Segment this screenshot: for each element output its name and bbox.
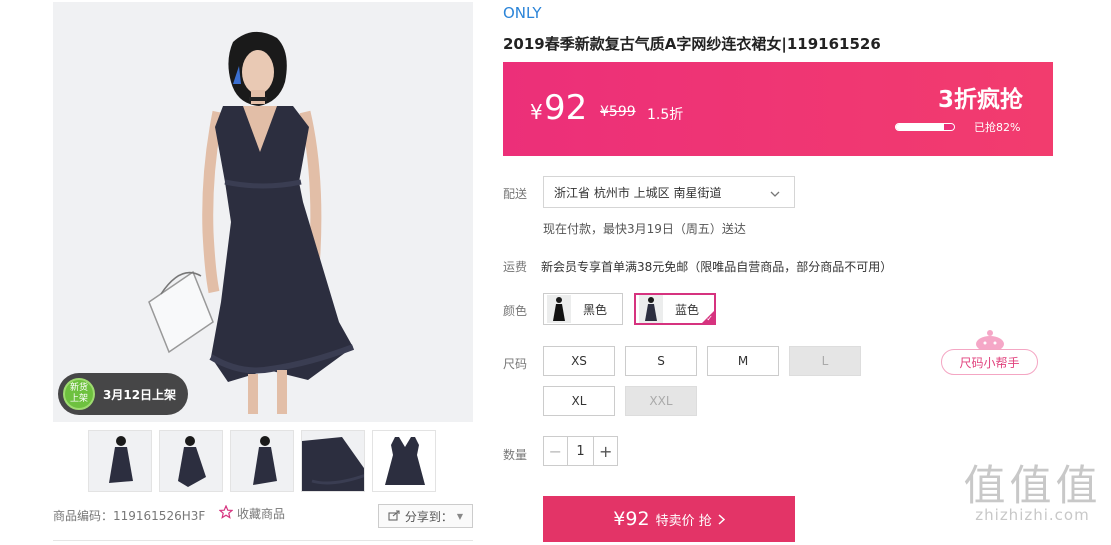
plus-button[interactable]: + [593,437,617,465]
address-selector[interactable]: 浙江省 杭州市 上城区 南星街道 [543,176,795,208]
divider [53,540,473,541]
checkmark-icon: ✓ [706,314,713,323]
new-arrival-badge: 新货 上架 3月12日上架 [58,373,188,415]
size-option-xl[interactable]: XL [543,386,615,416]
share-label: 分享到： [404,509,453,524]
price-banner: ¥ 92 ¥599 1.5折 3折疯抢 已抢82% [503,62,1053,156]
thumbnail-2[interactable] [159,430,223,492]
delivery-estimate: 现在付款，最快3月19日（周五）送达 [543,222,746,236]
new-badge-line1: 新货 [69,383,88,393]
share-dropdown[interactable]: 分享到： ▼ [378,504,473,528]
thumbnail-image [89,431,151,491]
size-option-xs[interactable]: XS [543,346,615,376]
thumbnail-5[interactable] [372,430,436,492]
size-helper-button[interactable]: 尺码小帮手 [941,349,1038,375]
new-arrival-date: 3月12日上架 [103,387,177,402]
sold-percent: 已抢82% [974,121,1021,134]
chevron-right-icon [718,510,725,529]
buy-button[interactable]: ¥92 特卖价 抢 [543,496,795,542]
address-value: 浙江省 杭州市 上城区 南星街道 [554,185,722,200]
sold-progress-remaining [943,124,954,130]
thumbnail-4[interactable] [301,430,365,492]
product-sku: 商品编码：119161526H3F [53,509,206,523]
size-option-s[interactable]: S [625,346,697,376]
caret-down-icon: ▼ [456,511,464,521]
color-name-blue: 蓝色 [675,302,700,317]
quantity-stepper: − 1 + [543,436,618,466]
brand-link[interactable]: ONLY [503,4,542,22]
product-title: 2019春季新款复古气质A字网纱连衣裙女|119161526 [503,35,881,53]
minus-button[interactable]: − [544,437,568,465]
new-arrival-icon: 新货 上架 [63,378,95,410]
thumbnail-image [231,431,293,491]
sold-progress-bar [895,123,955,131]
favorite-label: 收藏商品 [237,507,286,521]
color-label: 颜色 [503,304,528,318]
size-option-xxl: XXL [625,386,697,416]
dress-model-illustration [53,2,473,422]
color-swatch-blue [639,295,663,323]
color-name-black: 黑色 [583,302,608,317]
watermark-logo: 值值值 [963,461,1102,510]
buy-price: ¥92 [613,508,650,530]
promo-label: 3折疯抢 [937,87,1023,113]
size-option-m[interactable]: M [707,346,779,376]
delivery-label: 配送 [503,187,528,201]
quantity-value[interactable]: 1 [568,437,594,465]
thumbnail-strip [88,430,436,492]
thumbnail-image [373,431,435,491]
shipping-label: 运费 [503,260,528,274]
size-option-l: L [789,346,861,376]
new-badge-line2: 上架 [69,394,88,404]
shipping-info: 新会员专享首单满38元免邮（限唯品自营商品，部分商品不可用） [541,260,893,274]
share-icon [388,509,401,524]
color-option-blue[interactable]: 蓝色 ✓ [634,293,716,325]
chevron-down-icon [770,187,780,201]
site-watermark: 值值值 zhizhizhi.com [960,461,1105,525]
star-icon [218,504,234,522]
favorite-button[interactable]: 收藏商品 [218,504,286,522]
main-product-image[interactable] [53,2,473,422]
color-swatch-black [547,295,571,323]
buy-label: 特卖价 抢 [655,513,712,529]
thumbnail-image [160,431,222,491]
mascot-icon [976,330,1004,351]
quantity-label: 数量 [503,448,528,462]
original-price: ¥599 [600,104,636,120]
discount-rate: 1.5折 [647,107,684,123]
color-option-black[interactable]: 黑色 [543,293,623,325]
thumbnail-3[interactable] [230,430,294,492]
currency-symbol: ¥ [530,100,543,124]
thumbnail-1[interactable] [88,430,152,492]
watermark-url: zhizhizhi.com [975,506,1090,524]
thumbnail-image [302,431,364,491]
current-price: 92 [544,88,588,128]
size-label: 尺码 [503,357,528,371]
